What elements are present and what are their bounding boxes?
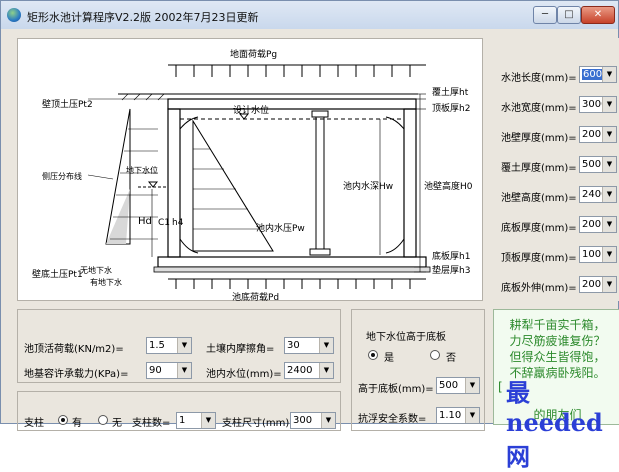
friction-angle-label: 土壤内摩擦角=	[206, 344, 275, 355]
label-bottom-slab: 底板厚h1	[432, 250, 470, 262]
diagram-svg: 地面荷载Pg 设计水位 池内水压Pw 池内水深Hw 壁顶土压Pt2 侧压分布线 …	[32, 48, 473, 303]
label-ground-load: 地面荷载Pg	[230, 48, 277, 60]
wall-thickness-select[interactable]: 200 ▼	[579, 126, 617, 143]
height-above-slab-label: 高于底板(mm)=	[358, 384, 434, 395]
wall-height-select[interactable]: 2400 ▼	[579, 186, 617, 203]
tank-length-select[interactable]: 6000 ▼	[579, 66, 617, 83]
center-column	[315, 116, 325, 250]
chevron-down-icon: ▼	[602, 217, 616, 232]
chevron-down-icon: ▼	[177, 338, 191, 353]
label-hd: Hd	[138, 216, 152, 227]
top-slab-select[interactable]: 100 ▼	[579, 246, 617, 263]
groundwater-title: 地下水位高于底板	[366, 332, 446, 343]
column-count-label: 支柱数=	[132, 418, 171, 429]
window-title: 矩形水池计算程序V2.2版 2002年7月23日更新	[27, 11, 259, 24]
roof-live-load-select[interactable]: 1.5 ▼	[146, 337, 192, 354]
column-size-select[interactable]: 300 ▼	[290, 412, 336, 429]
chevron-down-icon: ▼	[177, 363, 191, 378]
column-group: 支柱 有 无 支柱数= 1 ▼ 支柱尺寸(mm) 300 ▼	[17, 391, 341, 431]
maximize-button[interactable]: □	[557, 6, 581, 24]
friction-angle-select[interactable]: 30 ▼	[284, 337, 334, 354]
chevron-down-icon: ▼	[602, 127, 616, 142]
label-cushion: 垫层厚h3	[432, 264, 470, 276]
label-top-slab: 顶板厚h2	[432, 102, 470, 114]
inner-water-label: 池内水位(mm)=	[206, 369, 282, 380]
label-base-load: 池底荷载Pd	[232, 291, 279, 302]
chevron-down-icon: ▼	[602, 187, 616, 202]
bearing-capacity-select[interactable]: 90 ▼	[146, 362, 192, 379]
overhang-select[interactable]: 200 ▼	[579, 276, 617, 293]
left-wall	[167, 108, 181, 258]
safety-factor-label: 抗浮安全系数=	[358, 414, 427, 425]
top-slab	[167, 98, 417, 110]
params-panel: 水池长度(mm)= 6000 ▼ 水池宽度(mm)= 3000 ▼ 池壁厚度(mm)…	[493, 38, 619, 301]
ground-load-arrows	[175, 65, 411, 77]
poem-line: 但得众生皆得饱，	[509, 350, 606, 364]
chevron-down-icon: ▼	[465, 378, 479, 393]
groundwater-yes-radio[interactable]	[368, 350, 378, 360]
cover-thickness-select[interactable]: 500 ▼	[579, 156, 617, 173]
tank-section-diagram: 地面荷载Pg 设计水位 池内水压Pw 池内水深Hw 壁顶土压Pt2 侧压分布线 …	[17, 38, 483, 303]
label-inner-pressure: 池内水压Pw	[256, 222, 305, 234]
groundwater-group: 地下水位高于底板 是 否 高于底板(mm)= 500 ▼ 抗浮安全系数= 1.10…	[351, 309, 485, 431]
close-button[interactable]: ✕	[581, 6, 615, 24]
chevron-down-icon: ▼	[602, 157, 616, 172]
minimize-button[interactable]: ─	[533, 6, 557, 24]
label-cover: 覆土厚ht	[432, 86, 469, 98]
chevron-down-icon: ▼	[602, 247, 616, 262]
watermark-logo: 最needed网	[506, 378, 603, 471]
groundwater-no-radio[interactable]	[430, 350, 440, 360]
bearing-capacity-label: 地基容许承载力(KPa)=	[24, 369, 129, 380]
cushion-layer	[153, 266, 431, 273]
chevron-down-icon: ▼	[602, 97, 616, 112]
label-with-groundwater: 有地下水	[90, 277, 122, 287]
title-bar[interactable]: 矩形水池计算程序V2.2版 2002年7月23日更新 ─ □ ✕	[1, 1, 618, 29]
chevron-down-icon: ▼	[465, 408, 479, 423]
column-label: 支柱	[24, 418, 44, 429]
tank-width-select[interactable]: 3000 ▼	[579, 96, 617, 113]
label-c1: C1	[158, 218, 170, 228]
roof-live-load-label: 池顶活荷载(KN/m2)=	[24, 344, 124, 355]
safety-factor-select[interactable]: 1.10 ▼	[436, 407, 480, 424]
chevron-down-icon: ▼	[602, 277, 616, 292]
height-above-slab-select[interactable]: 500 ▼	[436, 377, 480, 394]
label-groundwater: 地下水位	[126, 165, 158, 175]
loads-group: 池顶活荷载(KN/m2)= 1.5 ▼ 土壤内摩擦角= 30 ▼ 地基容许承载力(K…	[17, 309, 341, 383]
chevron-down-icon: ▼	[319, 338, 333, 353]
label-design-water: 设计水位	[233, 104, 269, 116]
right-wall	[403, 108, 417, 258]
label-top-soil: 壁顶土压Pt2	[42, 98, 93, 110]
poem-line: 耕犁千亩实千箱，	[509, 318, 606, 332]
chevron-down-icon: ▼	[602, 67, 616, 82]
bottom-slab-select[interactable]: 200 ▼	[579, 216, 617, 233]
label-water-depth: 池内水深Hw	[343, 180, 393, 192]
groundwater-no-label: 否	[446, 353, 456, 364]
label-wall-height: 池壁高度H0	[424, 180, 473, 192]
inner-water-select[interactable]: 2400 ▼	[284, 362, 334, 379]
chevron-down-icon: ▼	[319, 363, 333, 378]
chevron-down-icon: ▼	[201, 413, 215, 428]
label-distribution: 侧压分布线	[42, 171, 82, 181]
column-yes-label: 有	[72, 418, 82, 429]
label-no-groundwater: 无地下水	[80, 265, 112, 275]
globe-icon	[7, 8, 21, 22]
label-h4: h4	[172, 218, 184, 228]
column-size-label: 支柱尺寸(mm)	[222, 418, 290, 429]
column-no-label: 无	[112, 418, 122, 429]
chevron-down-icon: ▼	[321, 413, 335, 428]
label-bottom-soil: 壁底土压Pt1	[32, 268, 83, 280]
poem-line: 力尽筋疲谁复伤？	[509, 334, 606, 348]
groundwater-yes-label: 是	[384, 353, 394, 364]
app-window: 矩形水池计算程序V2.2版 2002年7月23日更新 ─ □ ✕ 地面荷载Pg	[0, 0, 619, 471]
bottom-slab	[157, 256, 427, 268]
column-count-select[interactable]: 1 ▼	[176, 412, 216, 429]
